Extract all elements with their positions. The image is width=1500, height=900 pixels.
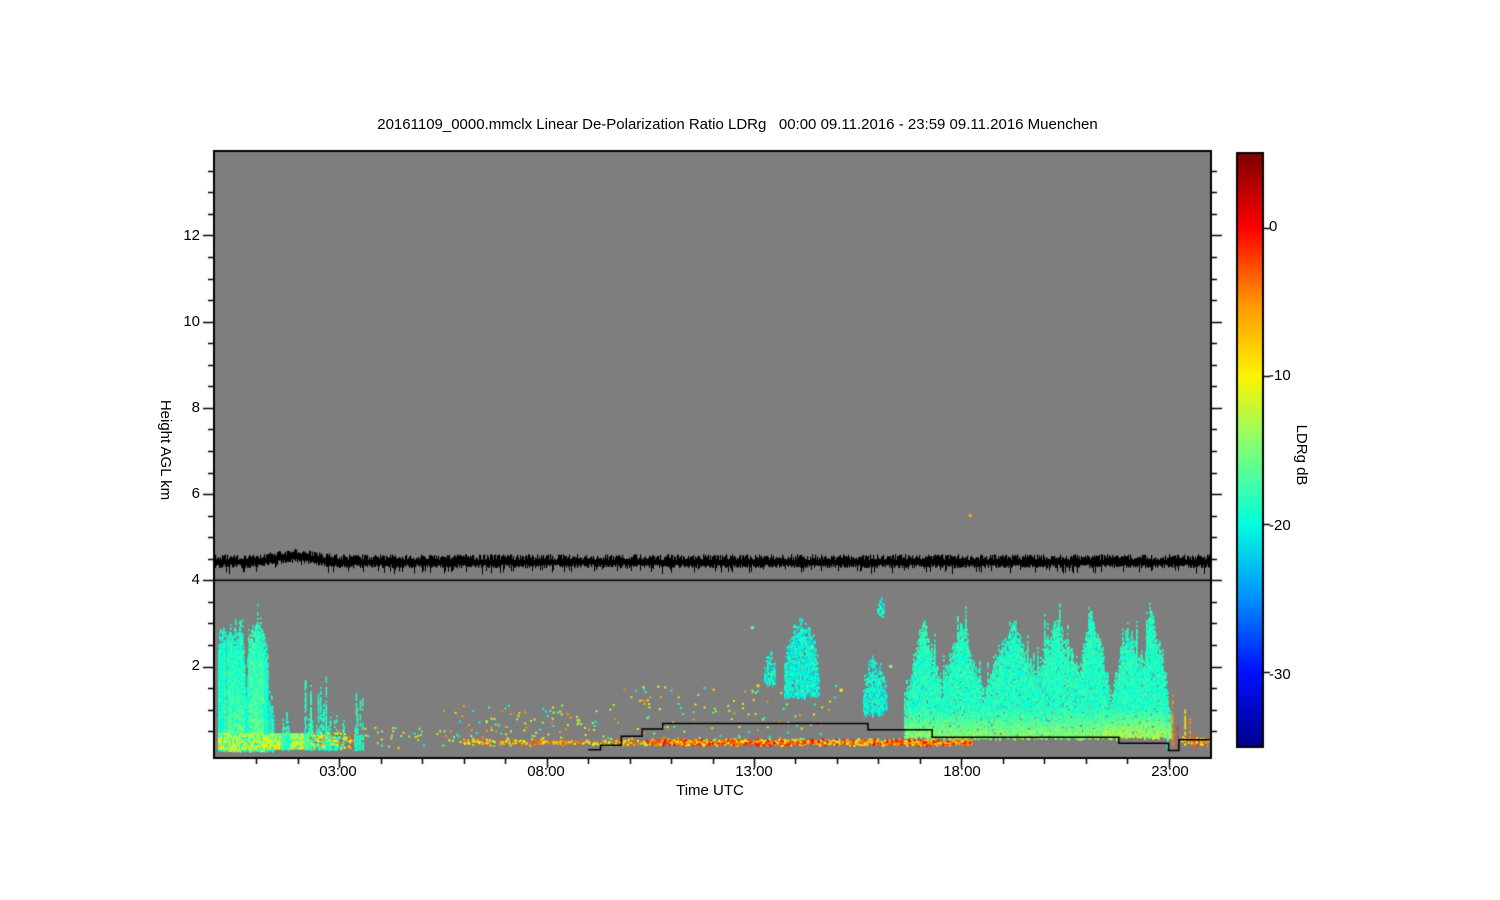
y-axis-label: Height AGL km [157, 399, 174, 501]
x-tick-label-0300: 03:00 [319, 763, 357, 780]
y-tick-label-12: 12 [183, 227, 200, 244]
x-tick-label-2300: 23:00 [1151, 763, 1189, 780]
y-tick-label-2: 2 [191, 657, 200, 674]
x-tick-label-1300: 13:00 [735, 763, 773, 780]
colorbar-tick-label-m30: -30 [1269, 666, 1291, 683]
colorbar-axis-label: LDRg dB [1293, 424, 1310, 486]
x-axis-label: Time UTC [676, 782, 744, 799]
y-tick-label-4: 4 [191, 571, 200, 588]
ldr-quicklook-figure: 20161109_0000.mmclx Linear De-Polarizati… [0, 0, 1500, 900]
plot-title: 20161109_0000.mmclx Linear De-Polarizati… [377, 116, 1098, 133]
colorbar-tick-label-m20: -20 [1269, 517, 1291, 534]
x-tick-label-0800: 08:00 [527, 763, 565, 780]
colorbar-tick-label-0: 0 [1269, 218, 1278, 235]
x-tick-label-1800: 18:00 [943, 763, 981, 780]
y-tick-label-10: 10 [183, 313, 200, 330]
colorbar-tick-label-m10: -10 [1269, 367, 1291, 384]
